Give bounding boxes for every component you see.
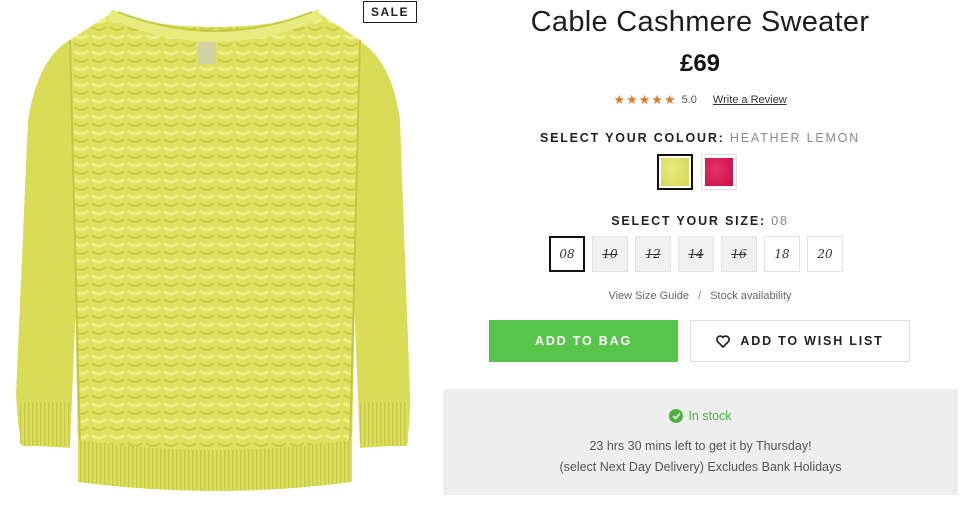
link-separator: / xyxy=(698,290,702,302)
size-label-16: 16 xyxy=(731,247,747,261)
size-option-16[interactable]: 16 xyxy=(721,236,757,272)
size-option-08[interactable]: 08 xyxy=(549,236,585,272)
add-to-wish-list-label: ADD TO WISH LIST xyxy=(740,334,884,348)
product-title: Cable Cashmere Sweater xyxy=(530,6,870,38)
star-icon: ★ xyxy=(663,92,676,107)
write-review-link[interactable]: Write a Review xyxy=(713,94,787,106)
size-options: 08 10 12 14 16 18 20 xyxy=(549,236,843,272)
star-rating: ★ ★ ★ ★ ★ xyxy=(613,93,675,106)
swatch-heather-lemon-fill xyxy=(661,158,689,186)
sale-badge: SALE xyxy=(363,1,417,23)
size-option-14[interactable]: 14 xyxy=(678,236,714,272)
size-links: View Size Guide / Stock availability xyxy=(440,290,960,302)
rating-score: 5.0 xyxy=(681,93,697,106)
star-icon: ★ xyxy=(638,92,651,107)
size-guide-link[interactable]: View Size Guide xyxy=(608,290,689,302)
size-label-18: 18 xyxy=(774,247,790,261)
size-label-20: 20 xyxy=(817,247,833,261)
swatch-pink-fill xyxy=(705,158,733,186)
size-option-10[interactable]: 10 xyxy=(592,236,628,272)
star-icon: ★ xyxy=(613,92,625,107)
product-image[interactable]: SALE xyxy=(0,0,430,522)
swatch-heather-lemon[interactable] xyxy=(657,154,693,190)
colour-swatches xyxy=(657,154,737,190)
size-option-12[interactable]: 12 xyxy=(635,236,671,272)
product-details: Cable Cashmere Sweater £69 ★ ★ ★ ★ ★ 5.0… xyxy=(440,0,960,522)
size-option-20[interactable]: 20 xyxy=(807,236,843,272)
size-label: SELECT YOUR SIZE: 08 xyxy=(440,214,960,228)
stock-status-text: In stock xyxy=(688,409,732,423)
size-option-18[interactable]: 18 xyxy=(764,236,800,272)
heart-icon xyxy=(716,334,731,348)
size-label-08: 08 xyxy=(559,247,575,261)
size-label-10: 10 xyxy=(602,247,618,261)
size-label-text: SELECT YOUR SIZE: xyxy=(611,214,766,228)
product-price: £69 xyxy=(679,50,721,77)
rating-row: ★ ★ ★ ★ ★ 5.0 Write a Review xyxy=(440,93,960,106)
stock-panel: In stock 23 hrs 30 mins left to get it b… xyxy=(443,389,958,495)
stock-status: In stock xyxy=(443,409,958,423)
delivery-countdown: 23 hrs 30 mins left to get it by Thursda… xyxy=(589,439,812,453)
star-icon: ★ xyxy=(651,92,663,107)
size-label-14: 14 xyxy=(688,247,704,261)
selected-colour: HEATHER LEMON xyxy=(729,131,861,145)
delivery-note: (select Next Day Delivery) Excludes Bank… xyxy=(559,460,842,474)
add-to-wish-list-button[interactable]: ADD TO WISH LIST xyxy=(690,320,910,362)
sweater-image xyxy=(16,9,410,491)
add-to-bag-button[interactable]: ADD TO BAG xyxy=(489,320,678,362)
selected-size: 08 xyxy=(771,214,789,228)
size-label-12: 12 xyxy=(645,247,661,261)
stock-availability-link[interactable]: Stock availability xyxy=(710,290,791,302)
colour-label-text: SELECT YOUR COLOUR: xyxy=(539,131,725,145)
star-icon: ★ xyxy=(625,92,638,107)
check-circle-icon xyxy=(669,409,684,423)
swatch-pink[interactable] xyxy=(701,154,737,190)
colour-label: SELECT YOUR COLOUR: HEATHER LEMON xyxy=(440,131,960,145)
